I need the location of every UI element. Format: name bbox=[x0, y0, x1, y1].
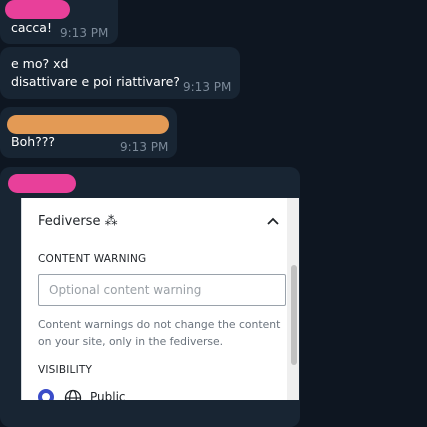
message-time: 9:13 PM bbox=[60, 26, 109, 40]
content-warning-label: CONTENT WARNING bbox=[38, 253, 147, 265]
content-warning-input[interactable] bbox=[38, 274, 286, 306]
message-text: cacca! bbox=[11, 20, 52, 35]
message-time: 9:13 PM bbox=[183, 80, 232, 94]
message-text: Boh??? bbox=[11, 134, 56, 149]
message-time: 9:13 PM bbox=[120, 140, 169, 154]
sender-name-redacted bbox=[8, 174, 76, 193]
fediverse-panel: Fediverse ⁂ CONTENT WARNING Content warn… bbox=[21, 198, 299, 400]
message-text: e mo? xd disattivare e poi riattivare? bbox=[11, 56, 180, 89]
panel-title: Fediverse ⁂ bbox=[38, 214, 118, 229]
globe-icon bbox=[64, 389, 82, 400]
panel-scrollbar-thumb[interactable] bbox=[291, 265, 297, 365]
sender-name-redacted bbox=[7, 115, 169, 134]
sender-name-redacted bbox=[5, 0, 70, 19]
content-warning-help: Content warnings do not change the conte… bbox=[38, 318, 281, 348]
visibility-label: VISIBILITY bbox=[38, 364, 93, 376]
visibility-option-label: Public bbox=[90, 390, 126, 400]
visibility-radio-public[interactable] bbox=[38, 389, 54, 400]
chevron-up-icon[interactable] bbox=[266, 215, 280, 227]
